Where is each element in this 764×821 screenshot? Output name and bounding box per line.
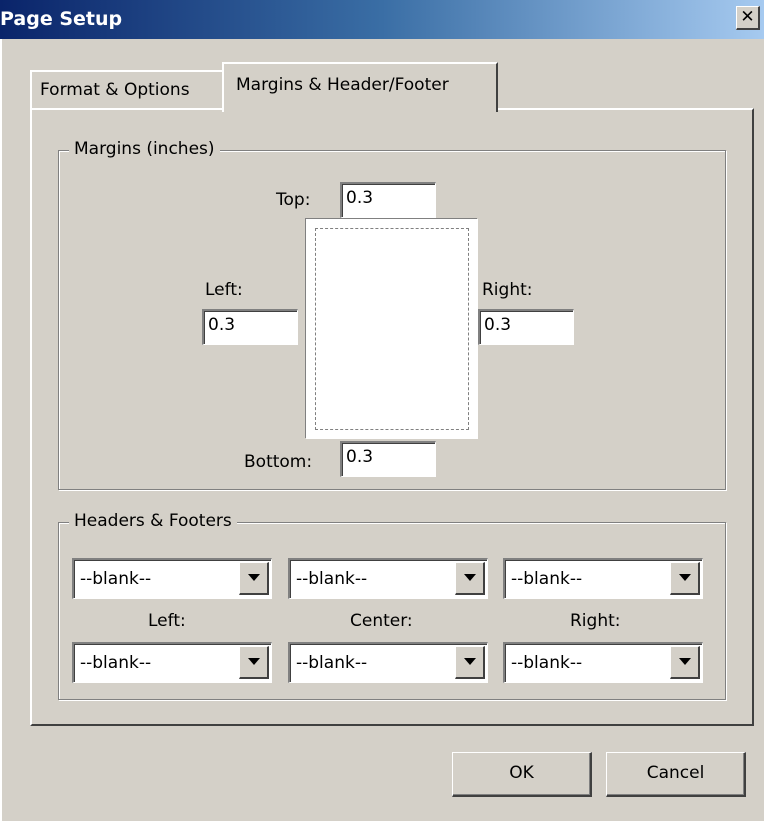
tab-format-options[interactable]: Format & Options bbox=[30, 70, 223, 108]
footer-left-select[interactable]: --blank-- bbox=[72, 642, 272, 683]
right-margin-label: Right: bbox=[482, 280, 533, 300]
close-button[interactable]: ✕ bbox=[736, 6, 760, 30]
right-margin-field[interactable]: 0.3 bbox=[478, 309, 574, 345]
cancel-button[interactable]: Cancel bbox=[606, 752, 746, 797]
page-margin-outline bbox=[315, 228, 469, 430]
chevron-down-icon[interactable] bbox=[239, 646, 269, 679]
hf-left-label: Left: bbox=[148, 611, 186, 631]
footer-center-select[interactable]: --blank-- bbox=[288, 642, 488, 683]
hf-right-label: Right: bbox=[570, 611, 621, 631]
footer-right-select[interactable]: --blank-- bbox=[503, 642, 703, 683]
window-title: Page Setup bbox=[0, 8, 123, 30]
left-margin-label: Left: bbox=[205, 280, 243, 300]
top-margin-label: Top: bbox=[276, 190, 311, 210]
tab-margins-label: Margins & Header/Footer bbox=[236, 75, 449, 95]
tab-format-options-label: Format & Options bbox=[40, 80, 190, 100]
header-left-value: --blank-- bbox=[80, 569, 152, 589]
page-preview bbox=[306, 219, 478, 439]
chevron-down-icon[interactable] bbox=[455, 562, 485, 595]
close-icon: ✕ bbox=[740, 7, 755, 27]
top-margin-field[interactable]: 0.3 bbox=[340, 182, 436, 218]
footer-left-value: --blank-- bbox=[80, 653, 152, 673]
header-right-value: --blank-- bbox=[511, 569, 583, 589]
window-border bbox=[0, 39, 2, 821]
ok-button[interactable]: OK bbox=[452, 752, 592, 797]
title-bar[interactable]: Page Setup ✕ bbox=[0, 0, 764, 39]
headers-footers-group-title: Headers & Footers bbox=[69, 511, 237, 531]
bottom-margin-label: Bottom: bbox=[244, 452, 313, 472]
header-right-select[interactable]: --blank-- bbox=[503, 558, 703, 599]
tab-margins-header-footer[interactable]: Margins & Header/Footer bbox=[222, 62, 498, 112]
footer-right-value: --blank-- bbox=[511, 653, 583, 673]
margins-group-title: Margins (inches) bbox=[69, 139, 220, 159]
chevron-down-icon[interactable] bbox=[455, 646, 485, 679]
chevron-down-icon[interactable] bbox=[670, 646, 700, 679]
hf-center-label: Center: bbox=[350, 611, 413, 631]
chevron-down-icon[interactable] bbox=[670, 562, 700, 595]
header-center-value: --blank-- bbox=[296, 569, 368, 589]
chevron-down-icon[interactable] bbox=[239, 562, 269, 595]
header-center-select[interactable]: --blank-- bbox=[288, 558, 488, 599]
bottom-margin-field[interactable]: 0.3 bbox=[340, 441, 436, 477]
header-left-select[interactable]: --blank-- bbox=[72, 558, 272, 599]
left-margin-field[interactable]: 0.3 bbox=[202, 309, 298, 345]
footer-center-value: --blank-- bbox=[296, 653, 368, 673]
